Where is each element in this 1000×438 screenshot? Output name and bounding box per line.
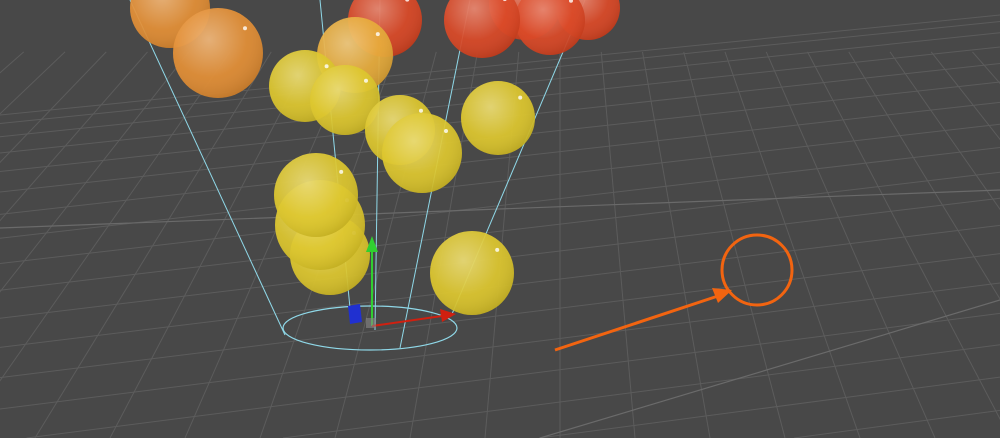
highlight-circle: [720, 233, 794, 307]
scene-viewport[interactable]: [0, 0, 1000, 438]
scene-canvas[interactable]: [0, 0, 1000, 438]
particles: [130, 0, 620, 315]
particle-sphere: [430, 231, 514, 315]
grid-line: [642, 51, 711, 438]
annotation: [554, 233, 794, 352]
floor-grid: [0, 14, 1000, 438]
grid-line: [930, 51, 1000, 141]
grid-axis-line: [0, 189, 1000, 229]
grid-axis-line: [539, 299, 1000, 438]
particle-sphere: [515, 0, 585, 55]
grid-line: [765, 51, 936, 438]
particle-sphere: [274, 153, 358, 237]
grid-line: [794, 409, 1000, 438]
arrowhead-icon: [712, 288, 732, 303]
center-handle[interactable]: [366, 318, 376, 328]
grid-line: [889, 51, 1000, 211]
particle-sphere: [382, 113, 462, 193]
grid-line: [34, 51, 272, 438]
particle-sphere: [444, 0, 520, 58]
z-axis-handle[interactable]: [348, 304, 362, 324]
particle-sphere: [461, 81, 535, 155]
particle-sphere: [173, 8, 263, 98]
grid-line: [0, 51, 231, 382]
grid-line: [0, 51, 148, 222]
